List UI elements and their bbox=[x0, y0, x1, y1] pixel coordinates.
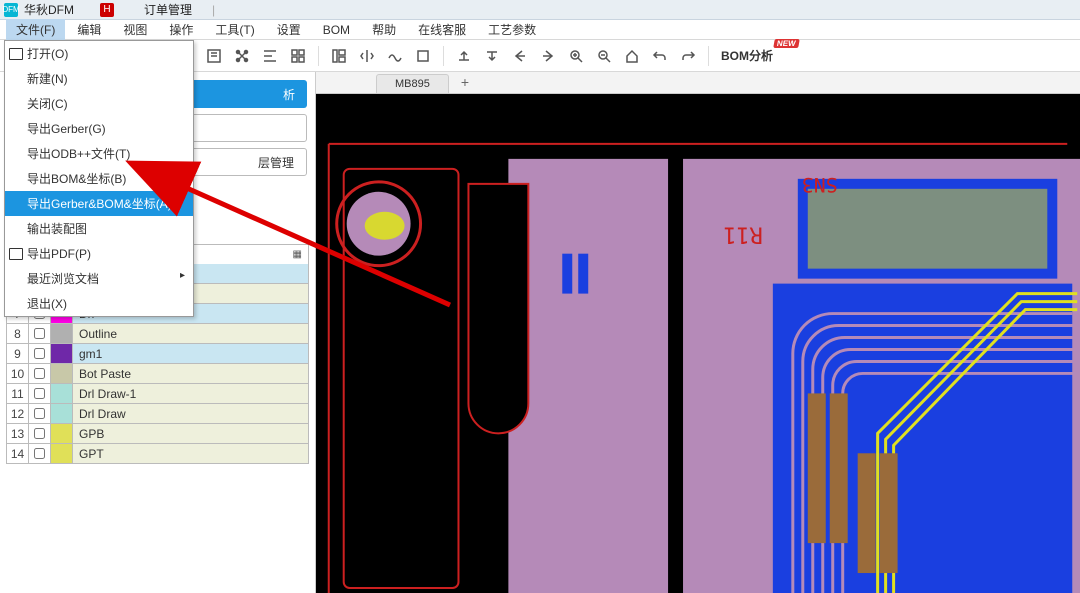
menu-online[interactable]: 在线客服 bbox=[408, 19, 476, 40]
menu-settings[interactable]: 设置 bbox=[267, 19, 311, 40]
tool-home-icon[interactable] bbox=[620, 44, 644, 68]
layer-color-swatch[interactable] bbox=[51, 344, 73, 363]
tool-undo-icon[interactable] bbox=[648, 44, 672, 68]
layer-number: 13 bbox=[7, 424, 29, 443]
tool-select-icon[interactable] bbox=[202, 44, 226, 68]
h-icon[interactable]: H bbox=[100, 3, 114, 17]
silk-label-r11: R11 bbox=[723, 222, 763, 247]
menu-process[interactable]: 工艺参数 bbox=[478, 19, 546, 40]
layer-row[interactable]: 8 Outline bbox=[6, 324, 309, 344]
layer-visibility-checkbox[interactable] bbox=[29, 384, 51, 403]
menu-edit[interactable]: 编辑 bbox=[67, 19, 111, 40]
title-sep-2: | bbox=[212, 3, 215, 17]
tool-zoom-in-icon[interactable] bbox=[564, 44, 588, 68]
menubar: 文件(F) 编辑 视图 操作 工具(T) 设置 BOM 帮助 在线客服 工艺参数 bbox=[0, 20, 1080, 40]
tab-bar: MB895 + bbox=[316, 72, 1080, 94]
file-menu-item-7[interactable]: 输出装配图 bbox=[5, 216, 193, 241]
file-menu-item-10[interactable]: 退出(X) bbox=[5, 291, 193, 316]
layer-row[interactable]: 10 Bot Paste bbox=[6, 364, 309, 384]
pcb-canvas[interactable]: R11 SN3 bbox=[316, 94, 1080, 593]
title-tab-orders[interactable]: 订单管理 bbox=[144, 1, 192, 18]
layer-visibility-checkbox[interactable] bbox=[29, 404, 51, 423]
tool-arrow-left-icon[interactable] bbox=[508, 44, 532, 68]
tool-node-icon[interactable] bbox=[230, 44, 254, 68]
tool-zoom-out-icon[interactable] bbox=[592, 44, 616, 68]
file-menu-item-4[interactable]: 导出ODB++文件(T) bbox=[5, 141, 193, 166]
app-name: 华秋DFM bbox=[24, 1, 74, 18]
pcb-view: MB895 + bbox=[316, 72, 1080, 593]
layer-visibility-checkbox[interactable] bbox=[29, 444, 51, 463]
layer-row[interactable]: 11 Drl Draw-1 bbox=[6, 384, 309, 404]
layer-row[interactable]: 9 gm1 bbox=[6, 344, 309, 364]
file-menu-item-2[interactable]: 关闭(C) bbox=[5, 91, 193, 116]
new-badge: NEW bbox=[774, 39, 800, 48]
bom-analysis-button[interactable]: BOM分析 NEW bbox=[717, 45, 777, 66]
tab-active[interactable]: MB895 bbox=[376, 74, 449, 93]
tool-arrow-right-icon[interactable] bbox=[536, 44, 560, 68]
layer-number: 8 bbox=[7, 324, 29, 343]
layer-number: 14 bbox=[7, 444, 29, 463]
file-menu-item-5[interactable]: 导出BOM&坐标(B) bbox=[5, 166, 193, 191]
tool-layout-icon[interactable] bbox=[327, 44, 351, 68]
layer-visibility-checkbox[interactable] bbox=[29, 424, 51, 443]
file-menu-item-9[interactable]: 最近浏览文档 bbox=[5, 266, 193, 291]
file-menu-item-6[interactable]: 导出Gerber&BOM&坐标(A) bbox=[5, 191, 193, 216]
layer-name: GPT bbox=[73, 444, 308, 463]
app-icon: DFM bbox=[4, 3, 18, 17]
layer-color-swatch[interactable] bbox=[51, 324, 73, 343]
toolbar-sep-3 bbox=[708, 46, 709, 66]
layer-visibility-checkbox[interactable] bbox=[29, 344, 51, 363]
file-menu-item-1[interactable]: 新建(N) bbox=[5, 66, 193, 91]
layer-name: GPB bbox=[73, 424, 308, 443]
menu-tools[interactable]: 工具(T) bbox=[205, 19, 264, 40]
layer-color-swatch[interactable] bbox=[51, 364, 73, 383]
layer-row[interactable]: 14 GPT bbox=[6, 444, 309, 464]
layer-color-swatch[interactable] bbox=[51, 384, 73, 403]
tool-box-icon[interactable] bbox=[411, 44, 435, 68]
tool-mirror-icon[interactable] bbox=[355, 44, 379, 68]
layer-visibility-checkbox[interactable] bbox=[29, 324, 51, 343]
layer-row[interactable]: 12 Drl Draw bbox=[6, 404, 309, 424]
tool-grid-icon[interactable] bbox=[286, 44, 310, 68]
layer-number: 11 bbox=[7, 384, 29, 403]
tab-add-button[interactable]: + bbox=[451, 71, 479, 93]
menu-bom[interactable]: BOM bbox=[313, 21, 360, 39]
menu-help[interactable]: 帮助 bbox=[362, 19, 406, 40]
layer-name: Bot Paste bbox=[73, 364, 308, 383]
layer-name: Drl Draw-1 bbox=[73, 384, 308, 403]
grid-icon: ▦ bbox=[293, 249, 302, 260]
layer-name: Drl Draw bbox=[73, 404, 308, 423]
layer-color-swatch[interactable] bbox=[51, 424, 73, 443]
tool-align-icon[interactable] bbox=[258, 44, 282, 68]
menu-view[interactable]: 视图 bbox=[113, 19, 157, 40]
layer-number: 10 bbox=[7, 364, 29, 383]
pcb-svg: R11 SN3 bbox=[316, 94, 1080, 593]
file-menu-dropdown: 打开(O)新建(N)关闭(C)导出Gerber(G)导出ODB++文件(T)导出… bbox=[4, 40, 194, 317]
layer-visibility-checkbox[interactable] bbox=[29, 364, 51, 383]
titlebar: DFM 华秋DFM H 订单管理 | bbox=[0, 0, 1080, 20]
toolbar-sep bbox=[318, 46, 319, 66]
layer-row[interactable]: 13 GPB bbox=[6, 424, 309, 444]
tool-wave-icon[interactable] bbox=[383, 44, 407, 68]
file-menu-item-3[interactable]: 导出Gerber(G) bbox=[5, 116, 193, 141]
toolbar-sep-2 bbox=[443, 46, 444, 66]
tool-download-icon[interactable] bbox=[480, 44, 504, 68]
tool-upload-icon[interactable] bbox=[452, 44, 476, 68]
layer-number: 12 bbox=[7, 404, 29, 423]
file-menu-item-0[interactable]: 打开(O) bbox=[5, 41, 193, 66]
menu-file[interactable]: 文件(F) bbox=[6, 19, 65, 40]
tool-redo-icon[interactable] bbox=[676, 44, 700, 68]
layer-color-swatch[interactable] bbox=[51, 444, 73, 463]
layer-name: gm1 bbox=[73, 344, 308, 363]
layer-name: Outline bbox=[73, 324, 308, 343]
bom-analysis-label: BOM分析 bbox=[721, 49, 773, 63]
file-menu-item-8[interactable]: 导出PDF(P) bbox=[5, 241, 193, 266]
silk-label-sn3: SN3 bbox=[802, 173, 838, 197]
layer-color-swatch[interactable] bbox=[51, 404, 73, 423]
menu-op[interactable]: 操作 bbox=[159, 19, 203, 40]
layer-number: 9 bbox=[7, 344, 29, 363]
